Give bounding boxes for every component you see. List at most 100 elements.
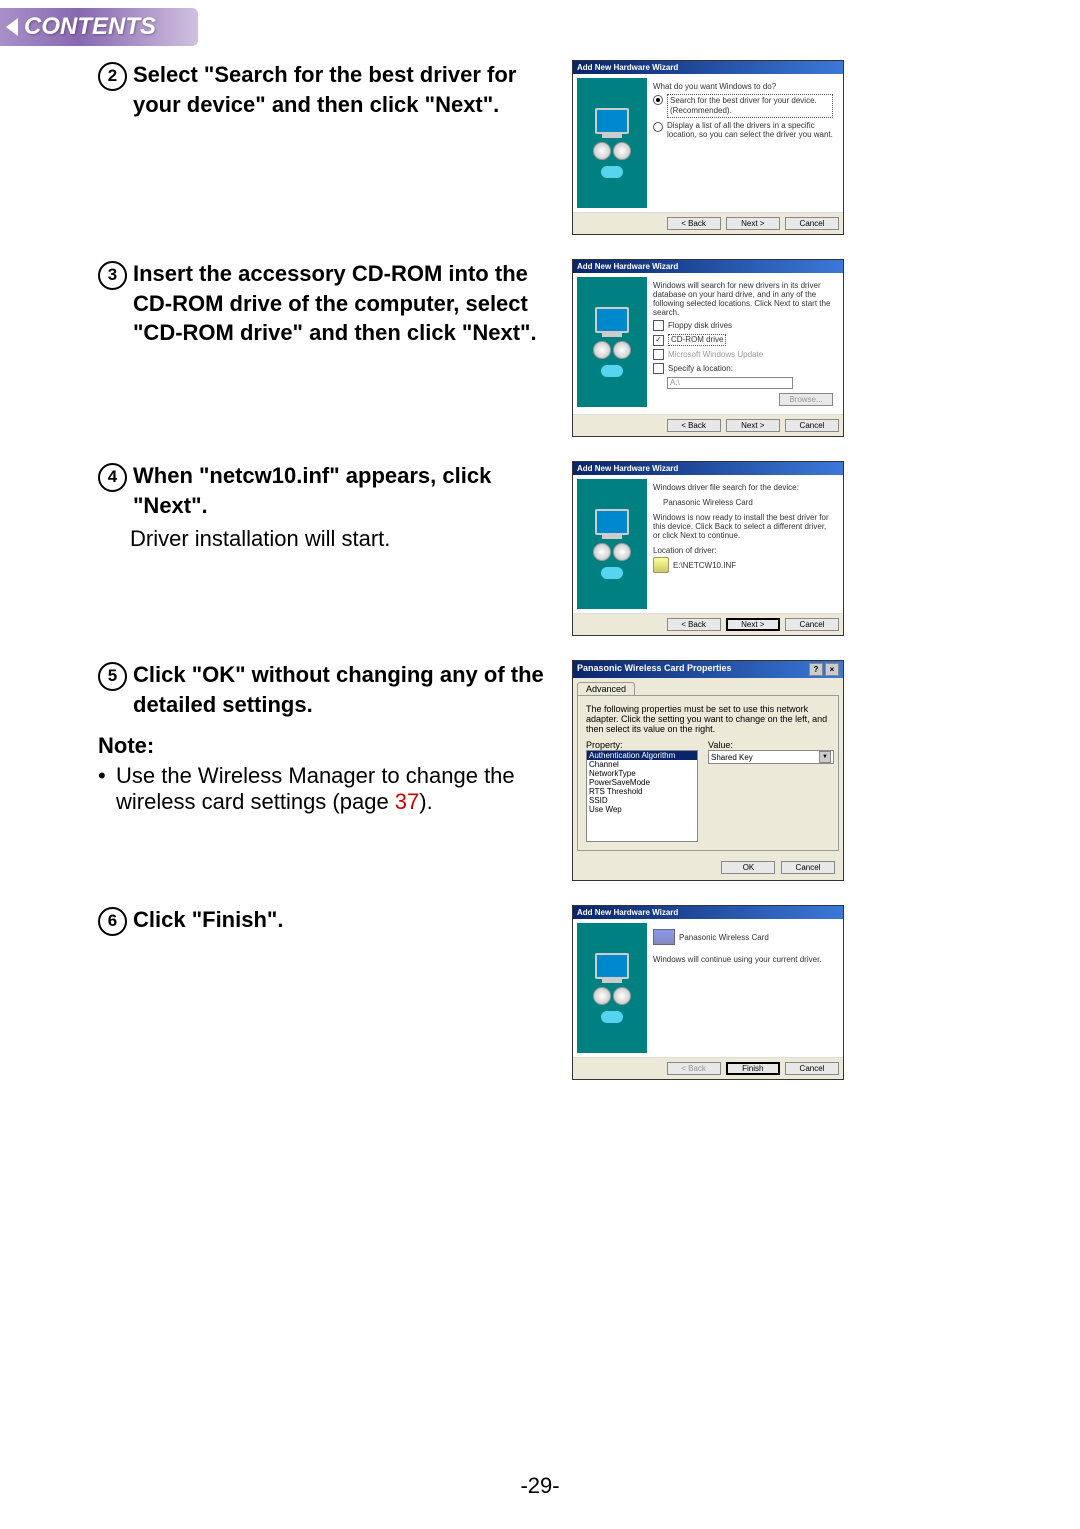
page-number: -29- (0, 1473, 1080, 1499)
checkbox-floppy[interactable] (653, 320, 664, 331)
list-item[interactable]: NetworkType (587, 769, 697, 778)
wizard-sidebar-graphic (577, 277, 647, 407)
wizard2-prompt: What do you want Windows to do? (653, 82, 833, 91)
next-button[interactable]: Next > (726, 217, 780, 230)
contents-label: CONTENTS (24, 13, 156, 41)
contents-tab[interactable]: CONTENTS (0, 8, 198, 46)
back-button[interactable]: < Back (667, 618, 721, 631)
discs-icon (593, 987, 631, 1005)
list-item[interactable]: Authentication Algorithm (587, 751, 697, 760)
note-page-ref[interactable]: 37 (395, 789, 419, 814)
ok-button[interactable]: OK (721, 861, 775, 874)
wizard6-msg: Windows will continue using your current… (653, 955, 833, 964)
monitor-icon (595, 307, 629, 335)
note-prefix: Use the Wireless Manager to change the w… (116, 763, 515, 814)
step-number-3: 3 (98, 261, 127, 290)
cloud-icon (601, 166, 623, 178)
props-title: Panasonic Wireless Card Properties (577, 663, 731, 676)
note-suffix: ). (419, 789, 432, 814)
cloud-icon (601, 1011, 623, 1023)
list-item[interactable]: SSID (587, 796, 697, 805)
step-number-5: 5 (98, 662, 127, 691)
wizard3-intro: Windows will search for new drivers in i… (653, 281, 833, 317)
properties-dialog: Panasonic Wireless Card Properties ? × A… (572, 660, 844, 881)
help-icon[interactable]: ? (809, 663, 823, 676)
location-input[interactable]: A:\ (667, 377, 793, 389)
back-button: < Back (667, 1062, 721, 1075)
list-item[interactable]: Use Wep (587, 805, 697, 814)
list-item[interactable]: RTS Threshold (587, 787, 697, 796)
wizard-title: Add New Hardware Wizard (573, 906, 843, 919)
step-5-title: 5 Click "OK" without changing any of the… (98, 660, 558, 719)
wizard-title: Add New Hardware Wizard (573, 462, 843, 475)
monitor-icon (595, 953, 629, 981)
cancel-button[interactable]: Cancel (785, 1062, 839, 1075)
radio-search-best[interactable] (653, 95, 663, 105)
list-item[interactable]: Channel (587, 760, 697, 769)
property-label: Property: (586, 740, 698, 750)
step-4-title: 4 When "netcw10.inf" appears, click "Nex… (98, 461, 558, 520)
close-icon[interactable]: × (825, 663, 839, 676)
list-item[interactable]: PowerSaveMode (587, 778, 697, 787)
inf-file-icon (653, 557, 669, 573)
checkbox-update[interactable] (653, 349, 664, 360)
cloud-icon (601, 567, 623, 579)
wizard4-line2: Windows is now ready to install the best… (653, 513, 833, 540)
step-5-text: Click "OK" without changing any of the d… (133, 660, 558, 719)
cancel-button[interactable]: Cancel (781, 861, 835, 874)
back-button[interactable]: < Back (667, 419, 721, 432)
back-arrow-icon (6, 18, 18, 36)
wizard-step6: Add New Hardware Wizard Panasonic Wirele… (572, 905, 844, 1080)
note-label: Note: (98, 733, 558, 759)
radio-display-list-label: Display a list of all the drivers in a s… (667, 121, 833, 139)
property-list[interactable]: Authentication Algorithm Channel Network… (586, 750, 698, 842)
step-6-title: 6 Click "Finish". (98, 905, 558, 935)
finish-button[interactable]: Finish (726, 1062, 780, 1075)
wizard-step2: Add New Hardware Wizard What do you want… (572, 60, 844, 235)
step-number-6: 6 (98, 907, 127, 936)
discs-icon (593, 341, 631, 359)
monitor-icon (595, 108, 629, 136)
wizard4-loc-label: Location of driver: (653, 546, 833, 555)
wizard6-device: Panasonic Wireless Card (679, 933, 769, 942)
checkbox-location[interactable] (653, 363, 664, 374)
back-button[interactable]: < Back (667, 217, 721, 230)
monitor-icon (595, 509, 629, 537)
radio-display-list[interactable] (653, 122, 663, 132)
radio-search-best-label: Search for the best driver for your devi… (667, 94, 833, 118)
checkbox-floppy-label: Floppy disk drives (668, 321, 732, 330)
discs-icon (593, 142, 631, 160)
note-body: Use the Wireless Manager to change the w… (116, 763, 558, 815)
chevron-down-icon[interactable]: ▼ (819, 751, 831, 763)
value-selected: Shared Key (711, 753, 753, 762)
cancel-button[interactable]: Cancel (785, 618, 839, 631)
browse-button[interactable]: Browse... (779, 393, 833, 406)
wizard4-loc-value: E:\NETCW10.INF (673, 561, 736, 570)
step-2-title: 2 Select "Search for the best driver for… (98, 60, 558, 119)
checkbox-update-label: Microsoft Windows Update (668, 350, 763, 359)
checkbox-cdrom[interactable] (653, 335, 664, 346)
cancel-button[interactable]: Cancel (785, 217, 839, 230)
step-number-4: 4 (98, 463, 127, 492)
wizard-sidebar-graphic (577, 923, 647, 1053)
step-3-text: Insert the accessory CD-ROM into the CD-… (133, 259, 558, 348)
wizard-title: Add New Hardware Wizard (573, 260, 843, 273)
hardware-icon (653, 929, 675, 945)
checkbox-cdrom-label: CD-ROM drive (668, 334, 726, 346)
step-number-2: 2 (98, 62, 127, 91)
discs-icon (593, 543, 631, 561)
cloud-icon (601, 365, 623, 377)
value-select[interactable]: Shared Key ▼ (708, 750, 834, 764)
wizard4-line1: Windows driver file search for the devic… (653, 483, 833, 492)
step-4-text: When "netcw10.inf" appears, click "Next"… (133, 461, 558, 520)
value-label: Value: (708, 740, 834, 750)
next-button[interactable]: Next > (726, 618, 780, 631)
props-desc: The following properties must be set to … (586, 704, 830, 734)
step-4-body: Driver installation will start. (130, 524, 558, 554)
cancel-button[interactable]: Cancel (785, 419, 839, 432)
tab-advanced[interactable]: Advanced (577, 682, 635, 695)
step-6-text: Click "Finish". (133, 905, 283, 935)
checkbox-location-label: Specify a location: (668, 364, 733, 373)
next-button[interactable]: Next > (726, 419, 780, 432)
step-3-title: 3 Insert the accessory CD-ROM into the C… (98, 259, 558, 348)
